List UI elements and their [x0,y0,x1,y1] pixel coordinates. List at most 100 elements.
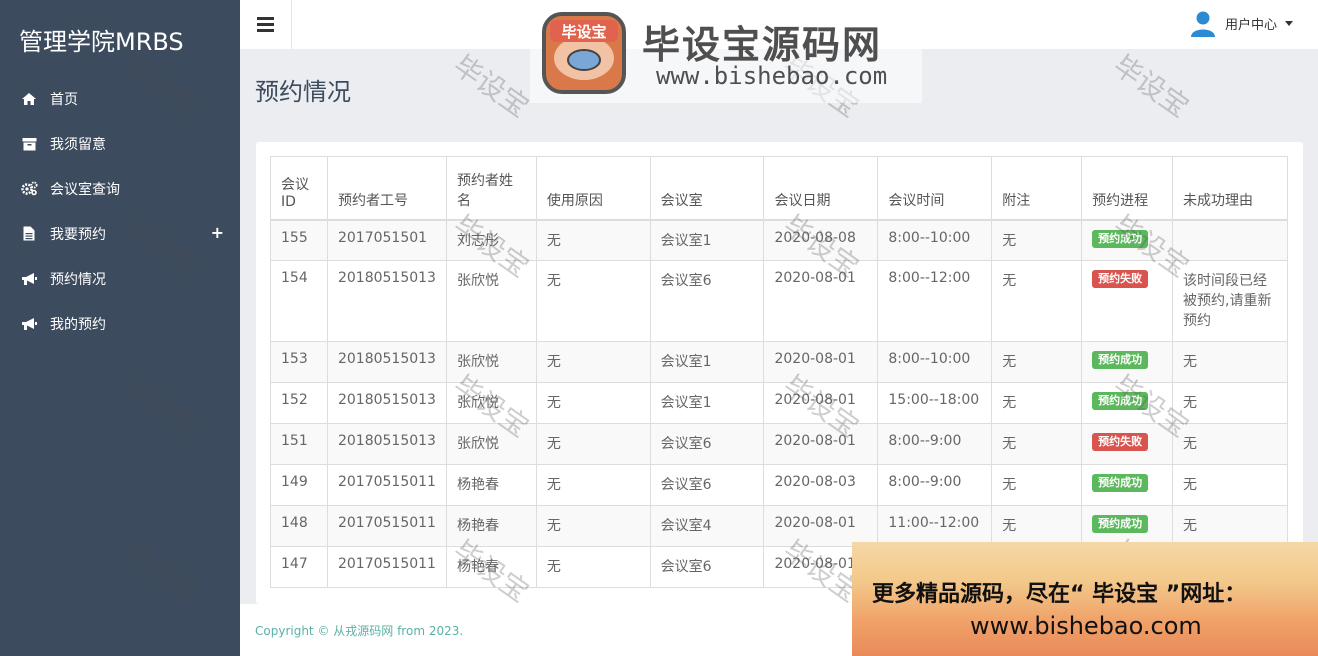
status-cell: 预约成功 [1081,382,1174,424]
sidebar: 管理学院MRBS 首页我须留意会议室查询 我要预约 + 预约情况我的预约 [0,0,240,656]
sidebar-item-2[interactable]: 会议室查询 [0,166,240,211]
sidebar-item-3[interactable]: 我要预约 + [0,211,240,256]
sidebar-item-5[interactable]: 我的预约 [0,301,240,346]
bullhorn-icon [20,271,38,287]
cell-reason: 无 [535,219,651,261]
cell-fail: 无 [1172,505,1288,547]
status-cell: 预约成功 [1081,464,1174,506]
cell-id: 152 [270,382,328,424]
cell-fail: 无 [1172,464,1288,506]
cell-name: 张欣悦 [445,423,537,465]
logo-title: 毕设宝源码网 [642,23,883,67]
status-cell: 预约成功 [1081,341,1174,383]
page-title: 预约情况 [255,78,351,106]
user-center-label: 用户中心 [1224,17,1277,33]
reservation-table: 会议ID 预约者工号 预约者姓名 使用原因 会议室 会议日期 会议时间 附注 预约进程 未成功理由… [270,156,1288,588]
sidebar-item-1[interactable]: 我须留意 [0,121,240,166]
cell-name: 杨艳春 [445,505,537,547]
cell-time: 8:00--9:00 [877,423,993,465]
cell-fail: 无 [1172,382,1288,424]
column-header[interactable]: 预约进程 [1081,156,1174,221]
cell-note: 无 [991,423,1083,465]
logo-url: www.bishebao.com [656,62,888,90]
sidebar-item-label: 我须留意 [50,136,106,153]
cell-note: 无 [991,505,1083,547]
user-center-menu[interactable]: 用户中心 [1189,9,1293,37]
table-row: 148 20170515011 杨艳春无会议室4 2020-08-01 11:00--1… [270,505,1288,547]
table-row: 153 20180515013 张欣悦无会议室1 2020-08-01 8:00--10… [270,341,1288,383]
cell-emp: 20180515013 [326,382,447,424]
cell-fail [1172,219,1288,261]
file-icon [20,226,38,242]
status-badge: 预约成功 [1092,229,1149,248]
status-badge: 预约成功 [1092,515,1149,533]
cell-emp: 20170515011 [326,546,447,588]
cell-reason: 无 [535,546,651,588]
column-header[interactable]: 未成功理由 [1172,156,1288,221]
cell-date: 2020-08-01 [763,260,879,342]
cell-id: 154 [270,260,328,342]
cell-name: 刘志彤 [445,219,537,261]
column-header[interactable]: 预约者姓名 [445,156,537,221]
column-header[interactable]: 附注 [991,156,1083,221]
sidebar-item-label: 预约情况 [50,271,106,288]
status-badge: 预约成功 [1092,474,1149,492]
logo-badge-text: 毕设宝 [561,23,606,41]
cell-time: 8:00--12:00 [877,260,993,342]
site-logo-banner: 毕设宝 毕设宝源码网 www.bishebao.com [530,8,922,103]
status-cell: 预约失败 [1081,423,1174,465]
expand-plus-icon[interactable]: + [211,223,224,242]
cell-reason: 无 [535,382,651,424]
cell-reason: 无 [535,341,651,383]
cell-room: 会议室1 [649,382,765,424]
cell-fail: 无 [1172,423,1288,465]
table-row: 152 20180515013 张欣悦无会议室1 2020-08-01 15:00--1… [270,382,1288,424]
cell-date: 2020-08-08 [763,219,879,261]
cell-emp: 20180515013 [326,260,447,342]
cell-date: 2020-08-01 [763,423,879,465]
column-header[interactable]: 会议日期 [763,156,879,221]
cell-name: 杨艳春 [445,464,537,506]
status-cell: 预约成功 [1081,505,1174,547]
column-header[interactable]: 会议室 [649,156,765,221]
table-row: 149 20170515011 杨艳春无会议室6 2020-08-03 8:00--9:… [270,464,1288,506]
archive-icon [20,136,38,152]
menu-toggle-button[interactable] [240,0,292,49]
cell-date: 2020-08-03 [763,464,879,506]
table-row: 151 20180515013 张欣悦无会议室6 2020-08-01 8:00--9:… [270,423,1288,465]
column-header[interactable]: 使用原因 [535,156,651,221]
cell-note: 无 [991,341,1083,383]
cell-room: 会议室6 [649,464,765,506]
watermark: 毕设宝 [447,48,536,124]
cell-name: 张欣悦 [445,382,537,424]
column-header[interactable]: 会议时间 [877,156,993,221]
cell-reason: 无 [535,464,651,506]
cell-id: 148 [270,505,328,547]
watermark: 毕设宝 [1107,48,1196,124]
cell-time: 8:00--10:00 [877,219,993,261]
cell-time: 8:00--10:00 [877,341,993,383]
cell-room: 会议室1 [649,341,765,383]
bullhorn-icon [20,316,38,332]
ad-banner[interactable]: 更多精品源码，尽在“ 毕设宝 ”网址： www.bishebao.com [852,542,1318,656]
column-header[interactable]: 会议ID [270,156,328,221]
cell-reason: 无 [535,505,651,547]
cell-emp: 20170515011 [326,464,447,506]
reservation-panel: 会议ID 预约者工号 预约者姓名 使用原因 会议室 会议日期 会议时间 附注 预约进程 未成功理由… [256,142,1303,604]
cell-date: 2020-08-01 [763,341,879,383]
cell-emp: 20170515011 [326,505,447,547]
sidebar-item-4[interactable]: 预约情况 [0,256,240,301]
table-header-row: 会议ID 预约者工号 预约者姓名 使用原因 会议室 会议日期 会议时间 附注 预约进程 未成功理由 [270,156,1288,221]
cell-reason: 无 [535,423,651,465]
cell-note: 无 [991,219,1083,261]
status-badge: 预约成功 [1092,392,1149,410]
brand-title[interactable]: 管理学院MRBS [0,0,240,76]
status-badge: 预约成功 [1092,351,1149,369]
cell-time: 15:00--18:00 [877,382,993,424]
sidebar-item-0[interactable]: 首页 [0,76,240,121]
cell-id: 153 [270,341,328,383]
status-badge: 预约失败 [1092,433,1149,451]
cell-emp: 2017051501 [326,219,447,261]
column-header[interactable]: 预约者工号 [326,156,447,221]
ad-headline: 更多精品源码，尽在“ 毕设宝 ”网址： [872,582,1247,607]
